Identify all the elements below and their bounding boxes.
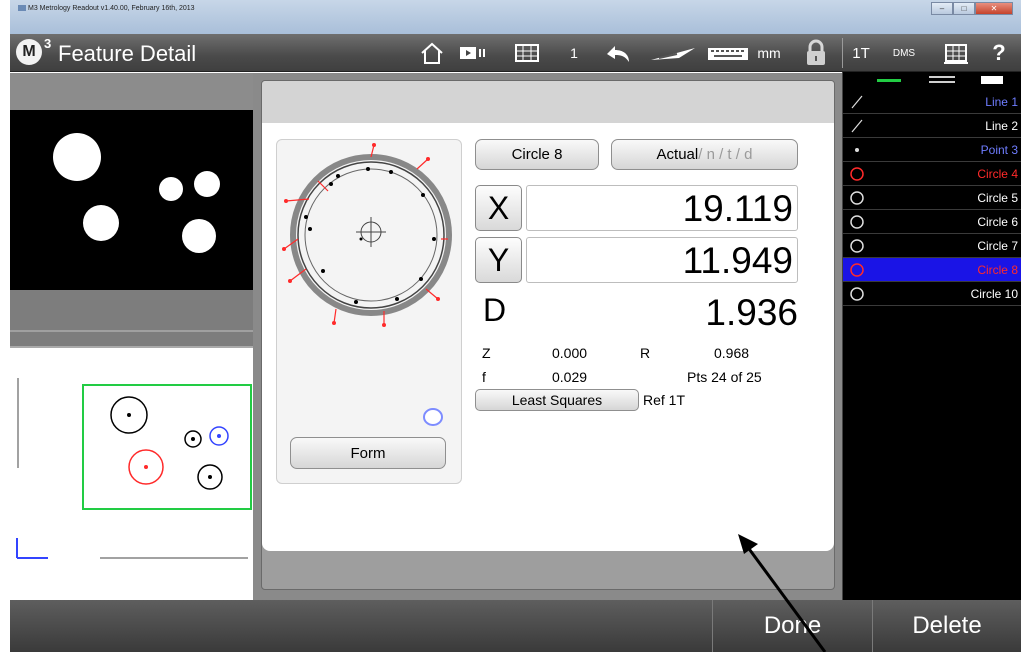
lock-icon [807,39,825,65]
feature-list-header [843,72,1021,90]
help-button[interactable]: ? [984,34,1014,72]
left-strip [10,290,253,346]
reference-text: Ref 1T [643,392,686,408]
page-title: Feature Detail [58,41,197,66]
circle-icon [850,215,864,229]
annotation-arrow [738,534,827,652]
feature-name-button[interactable]: Circle 8 [475,139,599,170]
home-icon [421,42,443,64]
display-mode-button[interactable]: Actual / n / t / d [611,139,798,170]
circle-icon [850,167,864,181]
feature-list-label: Circle 8 [977,263,1018,277]
feature-list-label: Circle 7 [977,239,1018,253]
toolbar-divider [842,38,843,68]
feature-list-label: Line 2 [985,119,1018,133]
window-titlebar: M3 Metrology Readout v1.40.00, February … [10,0,1021,34]
r-value: 0.968 [714,345,750,361]
feature-list-item[interactable]: Circle 8 [843,258,1021,282]
feature-list-label: Point 3 [980,143,1018,157]
part-view-drawing [16,378,252,559]
r-label: R [640,345,651,361]
minimize-button[interactable]: – [931,2,953,15]
x-value: 19.119 [526,185,798,231]
y-axis-button[interactable]: Y [475,237,522,283]
keyboard-button[interactable] [704,34,752,72]
reference-selector[interactable]: 1T [846,34,876,72]
camera-image [53,133,220,253]
window-title: M3 Metrology Readout v1.40.00, February … [28,5,195,12]
point-icon [855,148,859,152]
delete-button[interactable]: Delete [873,600,1021,652]
feature-list-item[interactable]: Circle 10 [843,282,1021,306]
feature-list-item[interactable]: Circle 5 [843,186,1021,210]
mode-others: / n / t / d [698,146,753,163]
part-view[interactable] [10,346,253,600]
feature-list-item[interactable]: Point 3 [843,138,1021,162]
feature-list-item[interactable]: Line 2 [843,114,1021,138]
diameter-label: D [483,292,507,328]
undo-icon [607,46,629,62]
keyboard-icon [708,48,748,60]
feature-list[interactable]: Line 1 Line 2 Point 3 Circle 4 Circle 5 Circl… [842,72,1021,600]
undo-button[interactable] [598,34,638,72]
fit-method-button[interactable]: Least Squares [475,389,639,411]
m3-logo: M [16,39,42,65]
form-error-label: f [482,369,486,385]
m3-logo-superscript: 3 [44,36,52,51]
table-icon [944,44,968,64]
camera-view[interactable] [10,110,253,290]
circle-icon [850,263,864,277]
feature-list-label: Circle 10 [970,287,1018,301]
feature-list-item[interactable]: Circle 6 [843,210,1021,234]
dialog-header [262,81,834,123]
page-number[interactable]: 1 [564,34,584,72]
form-error-value: 0.029 [552,369,588,385]
feature-list-label: Circle 6 [977,215,1018,229]
circle-icon [850,191,864,205]
lock-button[interactable] [800,34,832,72]
window-controls: – □ ✕ [931,2,1013,16]
home-button[interactable] [415,34,449,72]
y-value: 11.949 [526,237,798,283]
feature-list-item[interactable]: Circle 4 [843,162,1021,186]
line-icon [851,95,863,109]
form-button[interactable]: Form [290,437,446,469]
table-button[interactable] [936,34,976,72]
feature-list-label: Circle 5 [977,191,1018,205]
points-count: Pts 24 of 25 [687,369,762,385]
z-value: 0.000 [552,345,588,361]
feature-list-label: Circle 4 [977,167,1018,181]
feature-list-item[interactable]: Circle 7 [843,234,1021,258]
form-error-gauge [282,143,452,426]
close-button[interactable]: ✕ [975,2,1013,15]
probe-button[interactable] [646,34,702,72]
z-label: Z [482,345,491,361]
circle-icon [850,287,864,301]
circle-icon [850,239,864,253]
app-toolbar: M 3 Feature Detail 1 mm 1T DMS ? [10,34,1021,72]
units-toggle[interactable]: mm [752,34,786,72]
video-icon [460,47,485,59]
feature-list-item[interactable]: Line 1 [843,90,1021,114]
line-icon [851,119,863,133]
maximize-button[interactable]: □ [953,2,975,15]
grid-view-button[interactable] [510,34,544,72]
x-axis-button[interactable]: X [475,185,522,231]
grid-icon [515,44,539,62]
app-icon [18,5,26,12]
feature-list-label: Line 1 [985,95,1018,109]
angle-format-toggle[interactable]: DMS [884,34,924,72]
diameter-value: 1.936 [705,292,798,333]
mode-actual: Actual [656,146,699,163]
probe-icon [651,48,695,60]
video-button[interactable] [456,34,490,72]
